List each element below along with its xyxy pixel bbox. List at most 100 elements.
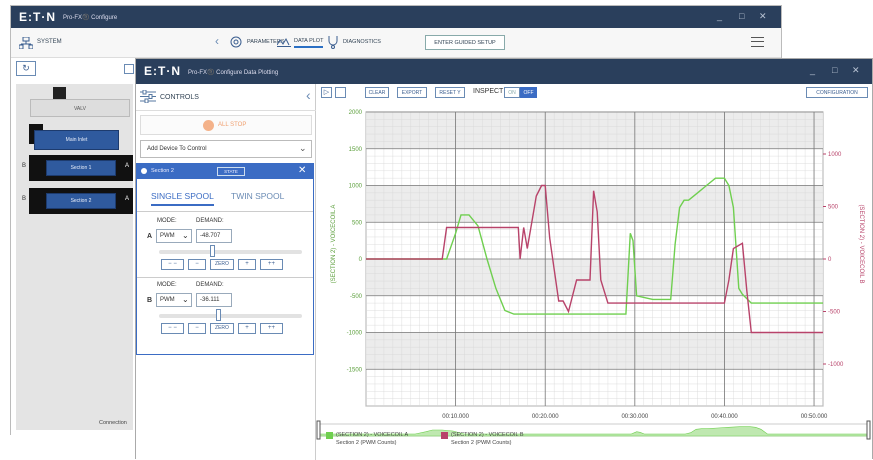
step-up-button-b[interactable]: + [238,323,256,334]
hamburger-menu-icon[interactable] [751,37,764,47]
slider-handle-b[interactable] [216,309,221,321]
inspect-off-toggle[interactable]: OFF [520,87,537,98]
x-tick-label: 00:40.000 [711,414,738,420]
spool-a-letter: A [147,233,153,240]
step-down-big-button-a[interactable]: − − [161,259,184,270]
zero-button-b[interactable]: ZERO [210,323,234,334]
add-device-select[interactable]: Add Device To Control ⌄ [140,140,312,158]
mode-select-b[interactable]: PWM ⌄ [156,293,192,307]
plot-band [366,112,823,149]
step-down-big-button-b[interactable]: − − [161,323,184,334]
section-2-port-b: B [22,196,27,202]
close-card-icon[interactable]: ✕ [298,165,306,176]
controls-panel: CONTROLS ‹ ALL STOP Add Device To Contro… [136,84,316,460]
configuration-button[interactable]: CONFIGURATION [806,87,868,98]
legend-series-a: (SECTION 2) - VOICECOIL A [336,432,409,438]
section-card: Section 2 STATE ✕ SINGLE SPOOL TWIN SPOO… [136,163,314,355]
section-card-title: Section 2 [151,168,174,174]
step-up-big-button-b[interactable]: ++ [260,323,283,334]
minimize-icon[interactable]: _ [810,65,815,75]
y-tick-label-right: -1000 [828,362,844,368]
close-icon[interactable]: ✕ [852,65,860,76]
chevron-down-icon: ⌄ [182,231,189,240]
overview-handle-right [866,420,871,440]
section-1-port-b: B [22,163,27,169]
mode-label-a: MODE: [157,218,177,224]
divider [137,211,313,212]
all-stop-button[interactable]: ALL STOP [140,115,312,135]
inspect-on-toggle[interactable]: ON [504,87,520,98]
valve-header[interactable]: VALV [30,99,130,117]
tab-twin-spool[interactable]: TWIN SPOOL [231,191,284,201]
valve-connector [53,87,66,99]
section-card-header: Section 2 STATE ✕ [137,164,313,179]
demand-input-b[interactable]: -36.111 [196,293,232,307]
x-tick-label: 00:20.000 [532,414,559,420]
tab-single-spool[interactable]: SINGLE SPOOL [151,191,214,206]
legend-series-b-unit: Section 2 (PWM Counts) [451,440,512,446]
eaton-logo: E:T·N [144,64,181,78]
section-2-block[interactable]: Section 2 [46,193,116,209]
reset-y-button[interactable]: RESET Y [435,87,465,98]
sliders-icon [140,90,156,103]
tab-data-plot[interactable]: DATA PLOT [294,38,324,48]
collapse-chevron-icon[interactable]: ‹ [306,87,311,103]
y-tick-label-right: 0 [828,257,832,263]
overview-handle-left [316,420,321,440]
refresh-icon[interactable]: ↻ [16,61,36,76]
main-nav-bar: SYSTEM ‹ PARAMETERS DATA PLOT DIAGNOSTIC… [11,28,781,58]
legend-series-b: (SECTION 2) - VOICECOIL B [451,432,524,438]
demand-label-a: DEMAND: [196,218,224,224]
demand-slider-a[interactable] [159,250,302,254]
split-view-icon[interactable] [335,87,346,98]
slider-handle-a[interactable] [210,245,215,257]
minimize-icon[interactable]: _ [717,11,722,21]
x-tick-label: 00:30.000 [621,414,648,420]
y-axis-label-right: (SECTION 2) - VOICECOIL B [858,204,864,283]
mode-select-a[interactable]: PWM ⌄ [156,229,192,243]
data-plot-chart[interactable]: 2000 1500 1000 500 0 -500 -1000 -1500 1000 500 0 -5… [316,104,872,460]
legend-swatch-a [326,432,333,439]
demand-input-a[interactable]: -48.707 [196,229,232,243]
step-up-big-button-a[interactable]: ++ [260,259,283,270]
demand-label-b: DEMAND: [196,282,224,288]
expand-panel-icon[interactable]: ▷ [321,87,332,98]
tab-diagnostics[interactable]: DIAGNOSTICS [343,39,381,45]
x-tick-label: 00:50.000 [801,414,828,420]
gear-icon [230,36,242,48]
maximize-icon[interactable]: □ [739,11,744,21]
step-up-button-a[interactable]: + [238,259,256,270]
x-tick-label: 00:10.000 [442,414,469,420]
add-device-value: Add Device To Control [147,146,207,152]
y-tick-label-left: 1500 [349,147,363,153]
system-label[interactable]: SYSTEM [37,39,62,45]
guided-setup-button[interactable]: ENTER GUIDED SETUP [425,35,505,50]
chevron-down-icon: ⌄ [182,295,189,304]
y-tick-label-right: 500 [828,205,839,211]
eaton-logo: E:T·N [19,10,56,24]
chevron-left-icon[interactable]: ‹ [215,34,219,48]
step-down-button-b[interactable]: − [188,323,206,334]
connection-status: Connection [99,420,127,426]
section-1-block[interactable]: Section 1 [46,160,116,176]
clear-button[interactable]: CLEAR [365,87,389,98]
export-button[interactable]: EXPORT [397,87,427,98]
maximize-icon[interactable]: □ [832,65,837,75]
all-stop-label: ALL STOP [218,122,247,128]
main-title-bar: E:T·N Pro-FX®️ Configure _ □ ✕ [11,6,781,28]
divider [137,277,313,278]
mode-value-b: PWM [160,297,175,303]
divider [136,110,316,111]
demand-slider-b[interactable] [159,314,302,318]
y-tick-label-left: 0 [359,257,363,263]
zero-button-a[interactable]: ZERO [210,259,234,270]
controls-header: CONTROLS [160,94,199,101]
y-tick-label-left: -1000 [347,331,363,337]
step-down-button-a[interactable]: − [188,259,206,270]
main-inlet-block[interactable]: Main Inlet [34,130,119,150]
y-tick-label-left: -1500 [347,367,363,373]
close-icon[interactable]: ✕ [759,11,767,22]
layout-toggle-button[interactable] [124,64,134,74]
y-tick-label-left: 2000 [349,110,363,116]
y-tick-label-left: 500 [352,220,363,226]
